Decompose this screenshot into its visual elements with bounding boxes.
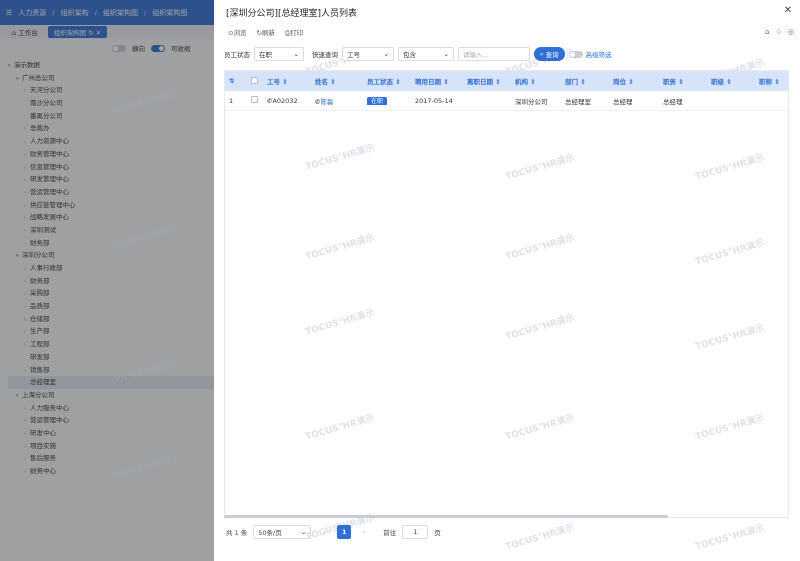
column-header-label: 岗位 [613,78,626,86]
employee-table: ⇅ 工号 ⇕ 姓名 ⇕ 员工状态 ⇕ 聘用日期 ⇕ 离职日期 ⇕ 机构 ⇕ 部门 ⇕ 岗位 ⇕ 职… [224,70,789,518]
column-header-label: 职称 [759,78,772,86]
status-badge: 在职 [367,97,388,105]
employee-list-panel: TOCUS°HR演示 TOCUS°HR演示 TOCUS°HR演示 TOCUS°HR演示… [109,0,800,561]
sort-icon[interactable]: ⇅ [225,77,247,85]
chevron-down-icon: ⌄ [383,50,389,58]
next-page-icon[interactable]: › [357,525,371,539]
search-icon: ⌕ [540,49,544,58]
status-label: 员工状态 [224,51,250,59]
query-button[interactable]: ⌕ 查询 [534,47,565,61]
row-checkbox[interactable] [251,96,258,103]
table-header: ⇅ 工号 ⇕ 姓名 ⇕ 员工状态 ⇕ 聘用日期 ⇕ 离职日期 ⇕ 机构 ⇕ 部门 ⇕ 岗位 ⇕ 职… [225,71,788,91]
goto-label: 前往 [383,529,397,537]
operator-select[interactable]: 包含 ⌄ [398,47,454,61]
column-header-label: 离职日期 [467,78,493,86]
chevron-down-icon: ⌄ [300,528,307,536]
column-header-label: 部门 [565,78,578,86]
modal-overlay[interactable] [0,0,214,561]
table-cell: 总经理 [663,97,683,106]
quick-label: 快速查询 [312,51,338,59]
status-select[interactable]: 在职 ⌄ [254,47,304,61]
table-cell [247,96,263,105]
column-header[interactable]: 聘用日期 ⇕ [411,76,463,86]
home-icon[interactable]: ⌂ [765,28,769,36]
column-header[interactable]: 机构 ⇕ [511,76,561,86]
column-header-label: 职级 [711,78,724,86]
horizontal-scrollbar[interactable] [224,515,668,518]
panel-tools: ⌂ ☆ ◎ [765,28,794,36]
total-count: 共 1 条 [226,529,248,537]
sort-icon[interactable]: ⇕ [676,78,683,86]
column-header[interactable] [247,76,263,86]
column-header[interactable]: 职称 ⇕ [755,76,790,86]
column-header-label: 职务 [663,78,676,86]
column-header-label: 聘用日期 [415,78,441,86]
table-cell: ✆陈磊 [311,96,363,106]
location-icon[interactable]: ◎ [788,28,794,36]
page-size-select[interactable]: 50条/页 ⌄ [253,525,312,539]
sort-icon[interactable]: ⇕ [772,78,779,86]
table-cell: 总经理 [613,97,633,106]
table-cell: 总经理室 [565,97,591,106]
column-header-label: 姓名 [315,78,328,86]
table-cell: ✆A02032 [263,97,311,105]
star-icon[interactable]: ☆ [776,28,782,36]
column-header[interactable]: 岗位 ⇕ [609,76,659,86]
employee-name-link[interactable]: 陈磊 [320,98,333,106]
chevron-down-icon: ⌄ [293,50,299,58]
table-cell: 在职 [363,96,411,105]
table-cell: 2017-05-14 [415,96,453,105]
employee-id: A02032 [272,96,298,105]
table-body: 1 ✆A02032 ✆陈磊 在职 2017-05-14 深圳分公司 总经理室 总经理 总经理 [225,91,788,111]
page-unit: 页 [434,529,441,537]
sort-icon[interactable]: ⇕ [724,78,731,86]
sort-icon[interactable]: ⇕ [528,78,535,86]
column-header[interactable]: 姓名 ⇕ [311,76,363,86]
column-header[interactable]: 部门 ⇕ [561,76,609,86]
browse-button[interactable]: ⊙浏览 [228,27,246,38]
sort-icon[interactable]: ⇕ [493,78,500,86]
sort-icon[interactable]: ⇕ [441,78,448,86]
select-all-checkbox[interactable] [251,76,258,84]
watermark-text: TOCUS°HR演示 [694,523,766,553]
column-header[interactable]: 离职日期 ⇕ [463,76,511,86]
filter-bar: 员工状态 在职 ⌄ 快速查询 工号 ⌄ 包含 ⌄ 请输入... ⌕ 查询 高级筛选 [224,47,612,61]
column-header[interactable]: 工号 ⇕ [263,76,311,86]
sort-icon[interactable]: ⇕ [328,78,335,86]
current-page[interactable]: 1 [337,525,352,539]
sort-icon[interactable]: ⇕ [393,78,400,86]
refresh-button[interactable]: ↻刷新 [256,27,274,38]
sort-icon[interactable]: ⇕ [626,78,633,86]
column-header-label: 机构 [515,78,528,86]
table-cell: 1 [229,96,234,105]
advanced-filter-toggle[interactable]: 高级筛选 [568,49,612,59]
table-row[interactable]: 1 ✆A02032 ✆陈磊 在职 2017-05-14 深圳分公司 总经理室 总经理 总经理 [225,91,788,111]
search-input[interactable]: 请输入... [458,47,530,61]
pagination: 共 1 条 50条/页 ⌄ ‹ 1 › 前往 1 页 [226,525,441,539]
column-header[interactable]: 员工状态 ⇕ [363,76,411,86]
column-header-label: 工号 [267,78,280,86]
print-button[interactable]: ⎙打印 [285,27,303,38]
column-header[interactable]: 职务 ⇕ [659,76,707,86]
close-icon[interactable]: ✕ [784,5,792,16]
table-cell: 深圳分公司 [515,97,548,106]
sort-icon[interactable]: ⇕ [578,78,585,86]
panel-title: [深圳分公司][总经理室]人员列表 [226,9,358,19]
goto-input[interactable]: 1 [402,525,429,539]
chevron-down-icon: ⌄ [443,50,449,58]
column-header-label: 员工状态 [367,78,393,86]
field-select[interactable]: 工号 ⌄ [342,47,394,61]
prev-page-icon[interactable]: ‹ [317,525,331,539]
watermark-text: TOCUS°HR演示 [504,523,576,553]
toggle-switch [568,50,583,58]
sort-icon[interactable]: ⇕ [280,78,287,86]
column-header[interactable]: 职级 ⇕ [707,76,755,86]
panel-toolbar: ⊙浏览 ↻刷新 ⎙打印 [228,27,303,38]
